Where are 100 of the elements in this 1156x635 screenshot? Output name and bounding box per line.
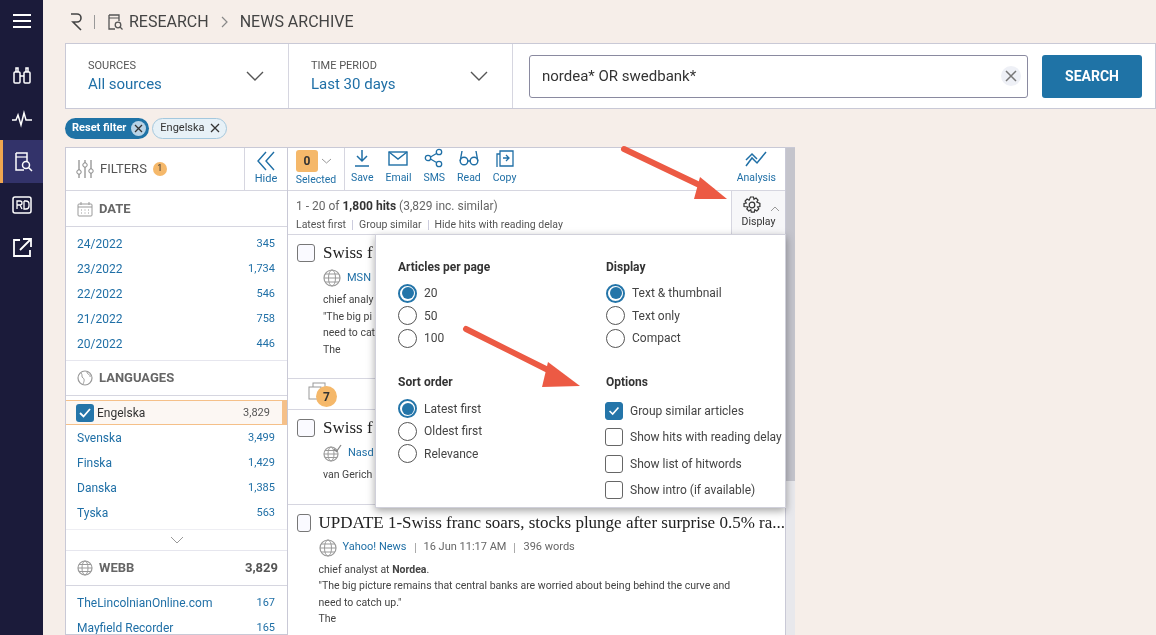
option-label: 21/2022: [77, 311, 124, 326]
radio-button[interactable]: [606, 283, 625, 303]
document-search-icon: [107, 13, 123, 30]
filter-option[interactable]: TheLincolnianOnline.com 167: [66, 590, 287, 615]
selected-label: Selected: [295, 172, 337, 188]
filter-option[interactable]: 21/2022 758: [66, 306, 287, 331]
breadcrumb-link[interactable]: RESEARCH: [129, 9, 209, 34]
toolbar-button[interactable]: Save: [345, 148, 380, 190]
nav-item[interactable]: [0, 140, 43, 183]
toolbar-button[interactable]: Read: [451, 148, 487, 190]
radio-option[interactable]: Relevance: [398, 442, 606, 465]
hide-button[interactable]: Hide: [244, 148, 287, 190]
filter-option[interactable]: 22/2022 546: [66, 281, 287, 306]
sources-dropdown[interactable]: SOURCES All sources: [66, 44, 288, 108]
radio-option[interactable]: 50: [398, 304, 606, 327]
option-count: 165: [256, 620, 275, 634]
document-search-icon: [12, 150, 34, 173]
option-label: Svenska: [77, 430, 123, 445]
hits-summary: 1 - 20 of 1,800 hits (3,829 inc. similar): [296, 198, 499, 215]
calendar-icon: [77, 200, 93, 217]
checkbox-option[interactable]: Show hits with reading delay: [606, 423, 785, 451]
option-count: 345: [256, 236, 275, 251]
option-label: 22/2022: [77, 286, 124, 301]
filter-option[interactable]: Mayfield Recorder 165: [66, 615, 287, 634]
similar-count-badge[interactable]: 7: [316, 386, 337, 407]
filter-option[interactable]: Engelska 3,829: [66, 400, 287, 425]
toolbar-button[interactable]: Email: [379, 148, 418, 190]
filter-option[interactable]: Danska 1,385: [66, 475, 287, 500]
display-button[interactable]: Display: [731, 191, 785, 234]
checkbox[interactable]: [297, 244, 315, 262]
article-text: The: [323, 341, 342, 358]
option-label: 20/2022: [77, 336, 124, 351]
article-title[interactable]: Swiss f: [323, 242, 376, 264]
source-link[interactable]: MSN: [347, 269, 371, 287]
checkbox-option[interactable]: Group similar articles: [606, 397, 785, 424]
radio-option[interactable]: Text & thumbnail: [606, 282, 785, 305]
radio-option[interactable]: Text only: [606, 304, 785, 327]
show-more-chevron-icon[interactable]: [169, 536, 184, 544]
toolbar-button[interactable]: SMS: [417, 148, 452, 190]
option-label: Danska: [77, 480, 118, 495]
close-icon[interactable]: [209, 123, 220, 133]
source-link[interactable]: Yahoo! News: [342, 539, 407, 556]
dropdown-label: SOURCES: [88, 58, 137, 75]
scrollbar-thumb[interactable]: [786, 148, 795, 481]
option-count: 3,829: [243, 405, 270, 420]
article-title[interactable]: Swiss f: [323, 417, 374, 439]
settings-icon: [742, 195, 761, 214]
sliders-icon: [76, 159, 94, 179]
sort-setting: Group similar: [359, 217, 422, 233]
search-button[interactable]: SEARCH: [1042, 54, 1142, 98]
option-count: 1,734: [248, 261, 275, 276]
close-icon[interactable]: [131, 120, 147, 136]
radio-option[interactable]: Oldest first: [398, 419, 606, 443]
toolbar-button[interactable]: Copy: [486, 148, 523, 190]
checkbox-option[interactable]: Show list of hitwords: [606, 450, 785, 477]
radio-option[interactable]: 100: [398, 327, 606, 350]
double-chevron-left-icon: [257, 150, 275, 171]
option-count: 758: [256, 311, 275, 326]
search-field[interactable]: nordea* OR swedbank*: [529, 54, 1028, 98]
option-count: 1,429: [248, 455, 275, 470]
radio-option[interactable]: Latest first: [398, 397, 606, 420]
group-title: Options: [606, 374, 649, 392]
analysis-button[interactable]: Analysis: [727, 148, 785, 190]
checkbox-option[interactable]: Show intro (if available): [606, 476, 785, 504]
checkbox[interactable]: [297, 513, 311, 532]
radio-button[interactable]: [398, 399, 417, 418]
clear-icon[interactable]: [1001, 66, 1021, 86]
filter-option[interactable]: 20/2022 446: [66, 331, 287, 356]
group-title: Display: [606, 259, 647, 276]
checkbox[interactable]: [605, 428, 623, 446]
breadcrumb-link[interactable]: NEWS ARCHIVE: [239, 9, 354, 34]
radio-button[interactable]: [398, 283, 417, 303]
checkbox[interactable]: [605, 401, 623, 420]
radio-option[interactable]: 20: [398, 282, 606, 305]
article-title[interactable]: UPDATE 1-Swiss franc soars, stocks plunge after surprise 0.5% ra...: [318, 511, 785, 534]
radio-option[interactable]: Compact: [606, 327, 785, 350]
filter-option[interactable]: 24/2022 345: [66, 231, 287, 256]
globe-icon: [77, 370, 93, 386]
article-text: need to catch up.": [318, 594, 403, 611]
option-count: 563: [256, 505, 275, 520]
filter-option[interactable]: Tyska 563: [66, 500, 287, 525]
article-meta: 396 words: [523, 539, 575, 556]
option-count: 167: [256, 595, 275, 610]
menu-icon[interactable]: [11, 13, 32, 29]
source-link[interactable]: Nasd: [348, 444, 374, 462]
selected-count-badge: 0: [296, 150, 318, 173]
group-title: Sort order: [398, 374, 454, 392]
dropdown-value: Last 30 days: [311, 74, 397, 94]
article-text: need to cat: [323, 325, 376, 341]
checkbox[interactable]: [605, 454, 623, 473]
filter-chip[interactable]: Engelska: [152, 117, 227, 139]
filter-option[interactable]: Finska 1,429: [66, 450, 287, 475]
filter-option[interactable]: Svenska 3,499: [66, 425, 287, 450]
option-count: 3,499: [248, 430, 275, 445]
checkbox[interactable]: [605, 481, 623, 499]
option-count: 546: [256, 286, 275, 301]
time-period-dropdown[interactable]: TIME PERIOD Last 30 days: [289, 44, 512, 108]
reset-filter-chip[interactable]: Reset filter: [65, 117, 150, 139]
checkbox[interactable]: [297, 419, 315, 437]
filter-option[interactable]: 23/2022 1,734: [66, 256, 287, 281]
